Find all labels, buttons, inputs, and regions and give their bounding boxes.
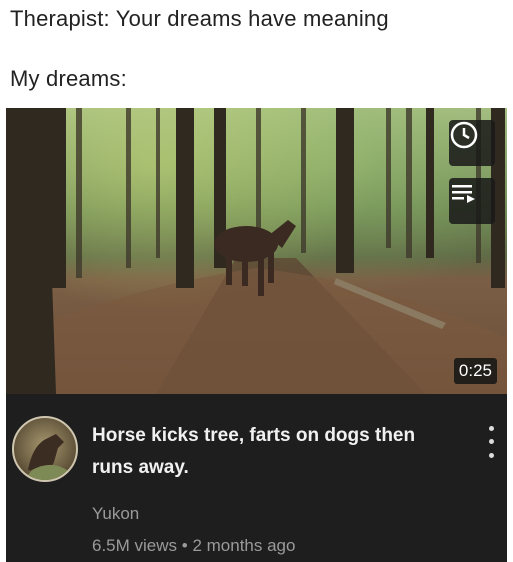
meme-caption-top: Therapist: Your dreams have meaning bbox=[10, 6, 389, 31]
more-vert-icon[interactable] bbox=[483, 422, 499, 462]
playlist-add-icon bbox=[452, 185, 475, 203]
video-info-panel: Horse kicks tree, farts on dogs then run… bbox=[6, 394, 507, 562]
view-count: 6.5M views bbox=[92, 536, 178, 555]
video-title[interactable]: Horse kicks tree, farts on dogs then run… bbox=[92, 420, 452, 484]
add-to-queue-button[interactable] bbox=[449, 178, 495, 224]
horse-avatar-icon bbox=[24, 434, 72, 480]
meta-separator: • bbox=[181, 536, 188, 555]
channel-avatar[interactable] bbox=[12, 416, 78, 482]
channel-name[interactable]: Yukon bbox=[92, 504, 139, 524]
watch-later-button[interactable] bbox=[449, 120, 495, 166]
video-thumbnail[interactable]: 0:25 bbox=[6, 108, 507, 394]
forest-scene bbox=[6, 108, 507, 394]
clock-icon bbox=[450, 121, 478, 149]
video-meta: 6.5M views • 2 months ago bbox=[92, 536, 295, 556]
upload-age: 2 months ago bbox=[192, 536, 296, 555]
meme-caption-second: My dreams: bbox=[10, 66, 127, 91]
video-duration-badge: 0:25 bbox=[453, 358, 497, 384]
